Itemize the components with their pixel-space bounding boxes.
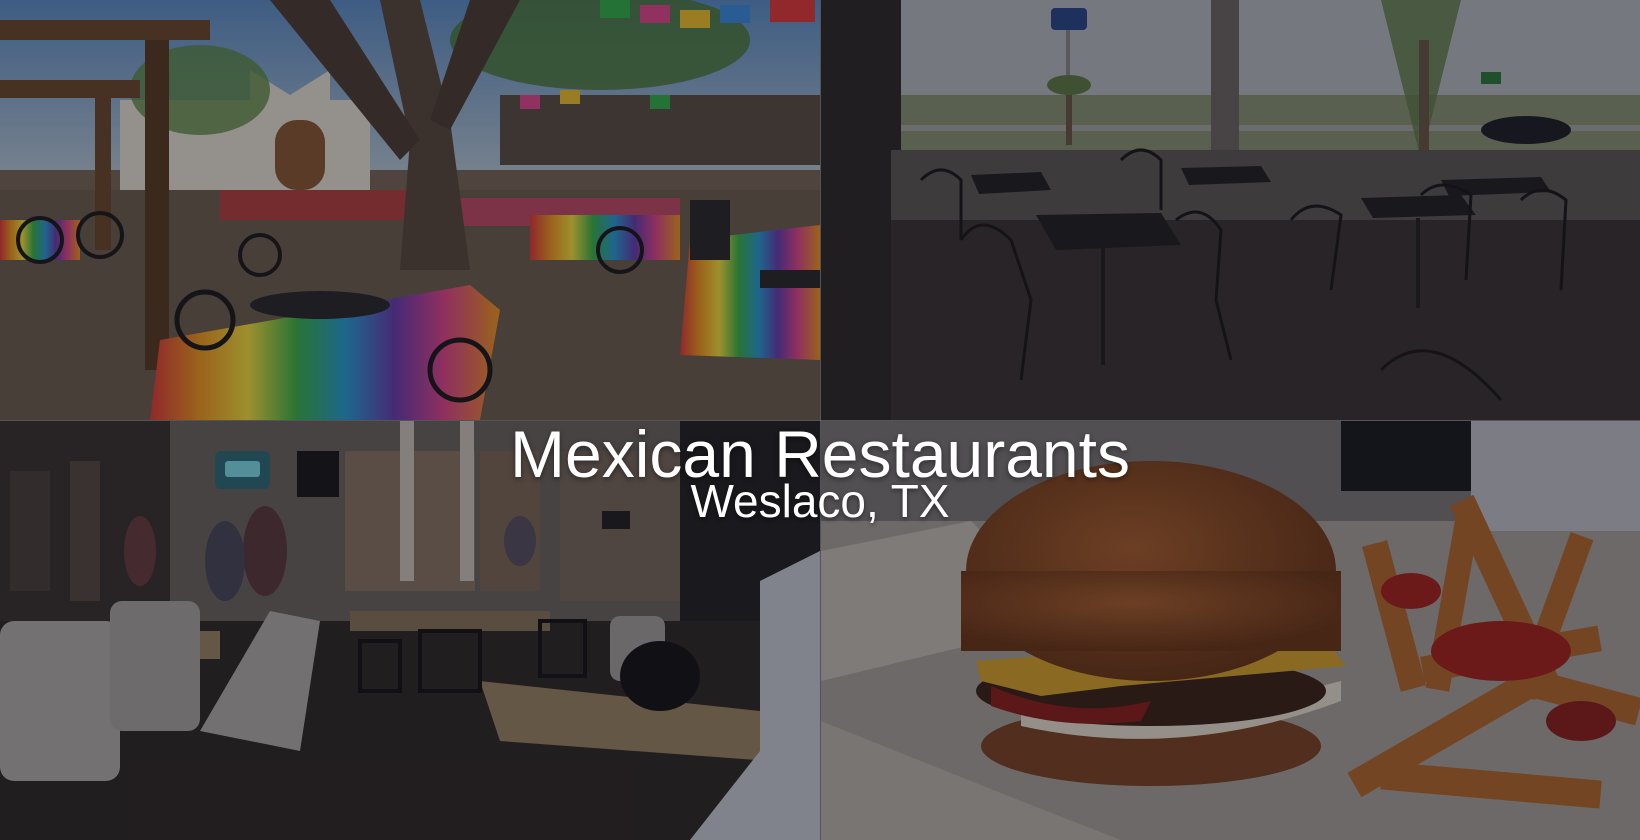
location-subtitle: Weslaco, TX (690, 475, 950, 527)
hero-banner: Mexican Restaurants Weslaco, TX (0, 0, 1640, 840)
